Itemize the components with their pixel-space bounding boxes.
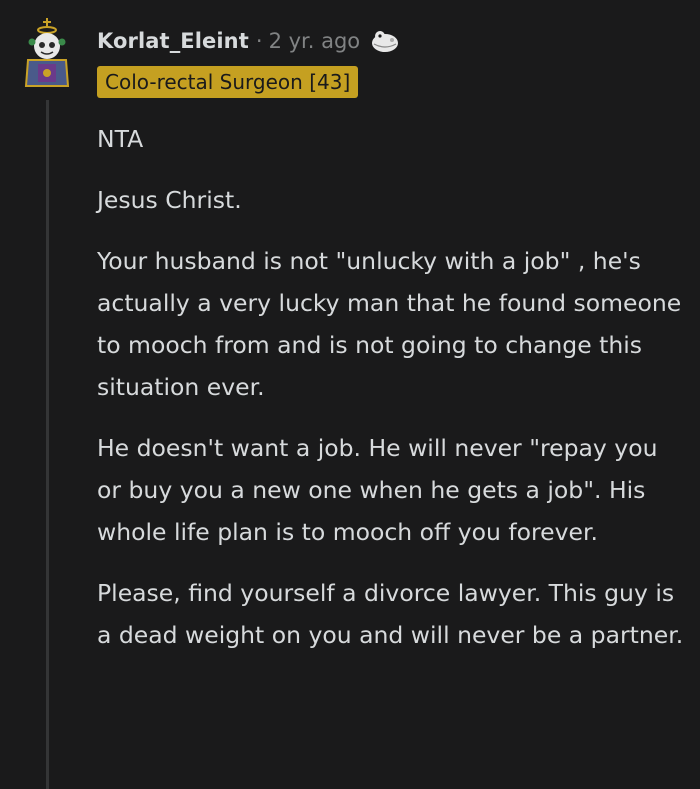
- separator-dot: ·: [255, 29, 263, 53]
- timestamp-link[interactable]: 2 yr. ago: [269, 29, 361, 53]
- award-icon[interactable]: [370, 28, 400, 54]
- avatar-icon: [24, 18, 70, 87]
- comment-paragraph: Your husband is not "unlucky with a job"…: [97, 247, 682, 401]
- comment-body: NTA Jesus Christ. Your husband is not "u…: [97, 118, 687, 675]
- comment-paragraph: NTA: [97, 125, 144, 153]
- avatar[interactable]: [20, 16, 74, 88]
- comment-paragraph: Please, find yourself a divorce lawyer. …: [97, 579, 684, 649]
- comment-paragraph: He doesn't want a job. He will never "re…: [97, 434, 658, 546]
- comment-paragraph: Jesus Christ.: [97, 186, 242, 214]
- comment-header: Korlat_Eleint · 2 yr. ago: [97, 24, 400, 58]
- username-link[interactable]: Korlat_Eleint: [97, 29, 249, 53]
- user-flair-badge: Colo-rectal Surgeon [43]: [97, 66, 359, 98]
- thread-line[interactable]: [46, 100, 49, 789]
